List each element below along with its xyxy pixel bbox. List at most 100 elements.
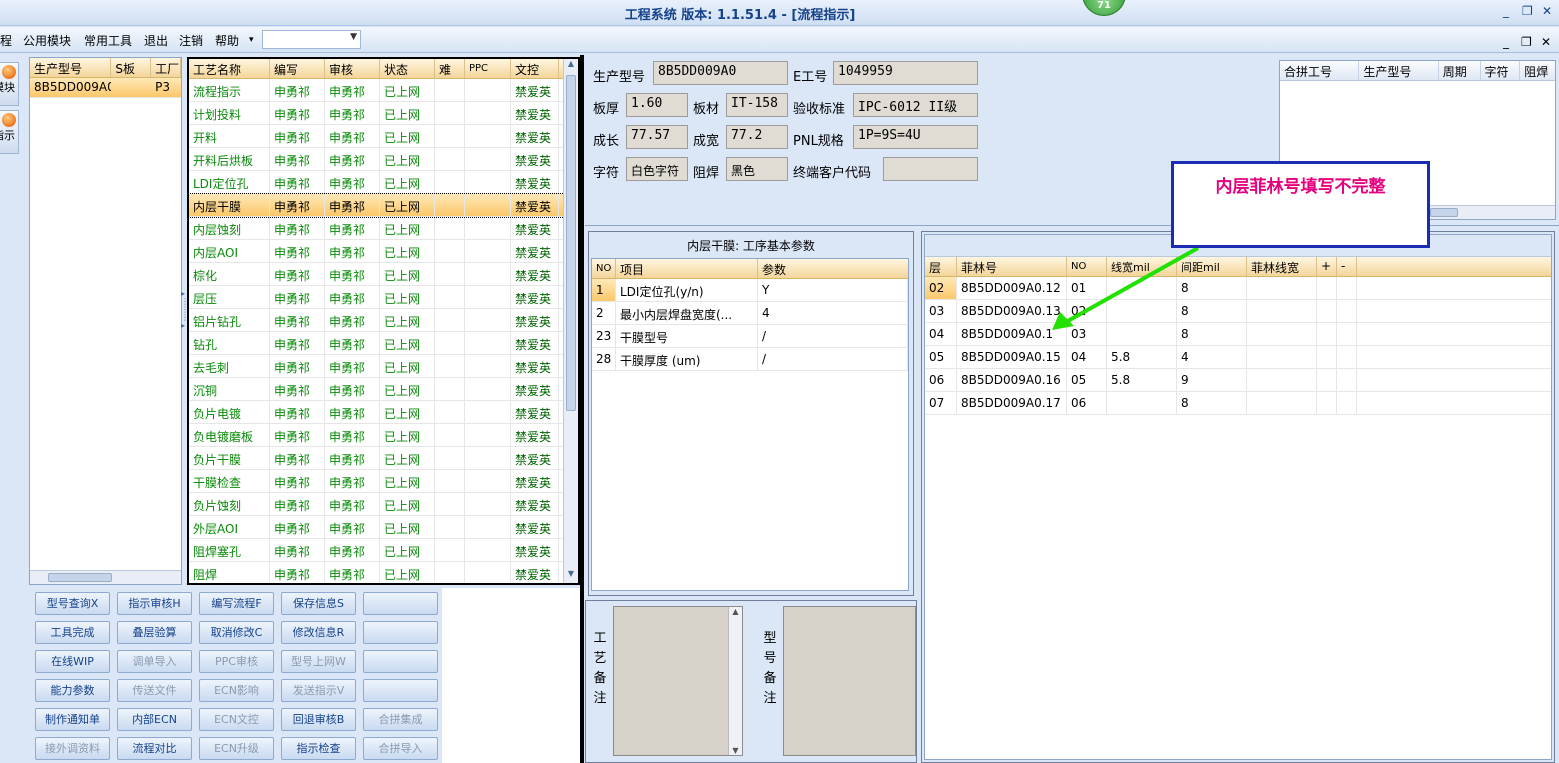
table-row[interactable]: LDI定位孔 申勇祁 申勇祁 已上网 禁爱英 [189,171,578,194]
action-button[interactable]: 能力参数 [35,679,110,702]
pnl-field[interactable]: 1P=9S=4U [853,125,978,149]
column-header[interactable]: + [1317,257,1337,276]
table-row[interactable]: 沉铜 申勇祁 申勇祁 已上网 禁爱英 [189,378,578,401]
vertical-scrollbar[interactable]: ▲ ▼ [563,59,578,583]
scrollbar-thumb[interactable] [48,573,112,582]
action-button[interactable]: 传送文件 [117,679,192,702]
table-row[interactable]: 层压 申勇祁 申勇祁 已上网 禁爱英 [189,286,578,309]
mdi-close-button[interactable]: ✕ [1541,35,1551,49]
sidebar-button-module[interactable]: 模块 [0,62,19,106]
table-row[interactable]: 内层AOI 申勇祁 申勇祁 已上网 禁爱英 [189,240,578,263]
action-button[interactable]: 工具完成 [35,621,110,644]
table-row[interactable]: 负电镀磨板 申勇祁 申勇祁 已上网 禁爱英 [189,424,578,447]
table-row[interactable]: 铝片钻孔 申勇祁 申勇祁 已上网 禁爱英 [189,309,578,332]
character-field[interactable]: 白色字符 [626,157,688,181]
column-header[interactable]: PPC [465,59,511,79]
table-row[interactable]: 开料 申勇祁 申勇祁 已上网 禁爱英 [189,125,578,148]
column-header[interactable]: 状态 [380,59,435,79]
action-button[interactable]: 合拼导入 [363,737,438,760]
table-row[interactable]: 流程指示 申勇祁 申勇祁 已上网 禁爱英 [189,79,578,102]
action-button[interactable]: 保存信息S [281,592,356,615]
table-row[interactable]: 开料后烘板 申勇祁 申勇祁 已上网 禁爱英 [189,148,578,171]
action-button[interactable]: 指示审核H [117,592,192,615]
column-header[interactable]: 合拼工号 [1280,61,1360,80]
action-button[interactable]: 调单导入 [117,650,192,673]
action-button[interactable]: 叠层验算 [117,621,192,644]
action-button[interactable]: 取消修改C [199,621,274,644]
table-row[interactable]: 阻焊 申勇祁 申勇祁 已上网 禁爱英 [189,562,578,583]
sidebar-button-instruction[interactable]: 指示 [0,110,19,154]
action-button[interactable]: 流程对比 [117,737,192,760]
standard-field[interactable]: IPC-6012 II级 [853,93,978,117]
action-button[interactable]: 型号上网W [281,650,356,673]
action-button[interactable] [363,650,438,673]
mdi-restore-button[interactable]: ❐ [1521,35,1532,49]
horizontal-scrollbar[interactable] [30,570,181,584]
column-header[interactable]: S板 [111,58,152,77]
column-header[interactable]: 菲林线宽 [1247,257,1317,276]
restore-button[interactable]: ❐ [1522,4,1533,18]
table-row[interactable]: 内层蚀刻 申勇祁 申勇祁 已上网 禁爱英 [189,217,578,240]
e-number-field[interactable]: 1049959 [833,61,978,85]
menu-item-tools[interactable]: 常用工具 [84,32,132,49]
table-row[interactable]: 23 干膜型号 / [592,325,908,348]
width-field[interactable]: 77.2 [726,125,788,149]
model-remark-textarea[interactable] [783,606,916,756]
menu-item-help[interactable]: 帮助 [215,32,239,49]
menu-combo[interactable]: ▼ [262,30,361,49]
action-button[interactable]: PPC审核 [199,650,274,673]
table-row[interactable]: 05 8B5DD009A0.15 04 5.8 4 [925,346,1551,369]
column-header[interactable]: 阻焊 [1520,61,1555,80]
action-button[interactable]: ECN升级 [199,737,274,760]
table-row[interactable]: 负片干膜 申勇祁 申勇祁 已上网 禁爱英 [189,447,578,470]
action-button[interactable]: 制作通知单 [35,708,110,731]
table-row[interactable]: 计划投料 申勇祁 申勇祁 已上网 禁爱英 [189,102,578,125]
column-header[interactable]: 编写 [270,59,325,79]
column-header[interactable]: 工厂 [151,58,181,77]
action-button[interactable]: ECN文控 [199,708,274,731]
column-header[interactable]: 参数 [758,259,908,278]
scrollbar-thumb[interactable] [566,75,576,411]
column-header[interactable]: 周期 [1439,61,1481,80]
menu-item-exit[interactable]: 退出 [144,32,168,49]
model-field[interactable]: 8B5DD009A0 [653,61,788,85]
column-header[interactable]: 生产型号 [30,58,112,77]
table-row[interactable]: 负片蚀刻 申勇祁 申勇祁 已上网 禁爱英 [189,493,578,516]
material-field[interactable]: IT-158 [726,93,788,117]
table-row[interactable]: 06 8B5DD009A0.16 05 5.8 9 [925,369,1551,392]
table-row[interactable]: 02 8B5DD009A0.12 01 8 [925,277,1551,300]
action-button[interactable]: 指示检查 [281,737,356,760]
scrollbar-thumb[interactable] [1430,208,1458,217]
column-header[interactable]: 难 [435,59,465,79]
action-button[interactable]: 发送指示V [281,679,356,702]
table-row[interactable]: 1 LDI定位孔(y/n) Y [592,279,908,302]
column-header[interactable]: 字符 [1481,61,1521,80]
column-header[interactable]: 生产型号 [1359,61,1439,80]
table-row[interactable]: 04 8B5DD009A0.1 03 8 [925,323,1551,346]
menu-item-logout[interactable]: 注销 [179,32,203,49]
action-button[interactable] [363,592,438,615]
scroll-down-icon[interactable]: ▼ [729,746,742,755]
action-button[interactable] [363,621,438,644]
scroll-down-icon[interactable]: ▼ [564,569,578,583]
table-row[interactable]: 28 干膜厚度 (um) / [592,348,908,371]
menu-item-public-module[interactable]: 公用模块 [23,32,71,49]
column-header[interactable]: 层 [925,257,957,276]
thickness-field[interactable]: 1.60 [626,93,688,117]
table-row[interactable]: 8B5DD009A0 P3 [30,78,181,98]
column-header[interactable]: 文控 [511,59,559,79]
action-button[interactable]: 接外调资料 [35,737,110,760]
vertical-scrollbar[interactable]: ▲ ▼ [728,607,742,755]
table-row[interactable]: 阻焊塞孔 申勇祁 申勇祁 已上网 禁爱英 [189,539,578,562]
action-button[interactable]: 编写流程F [199,592,274,615]
table-row[interactable]: 内层干膜 申勇祁 申勇祁 已上网 禁爱英 [189,193,578,218]
chevron-down-icon[interactable]: ▾ [249,35,254,45]
close-button[interactable]: ✕ [1542,4,1552,18]
table-row[interactable]: 07 8B5DD009A0.17 06 8 [925,392,1551,415]
column-header[interactable]: 项目 [616,259,758,278]
action-button[interactable]: 回退审核B [281,708,356,731]
process-remark-textarea[interactable]: ▲ ▼ [613,606,743,756]
table-row[interactable]: 干膜检查 申勇祁 申勇祁 已上网 禁爱英 [189,470,578,493]
action-button[interactable]: 合拼集成 [363,708,438,731]
action-button[interactable] [363,679,438,702]
